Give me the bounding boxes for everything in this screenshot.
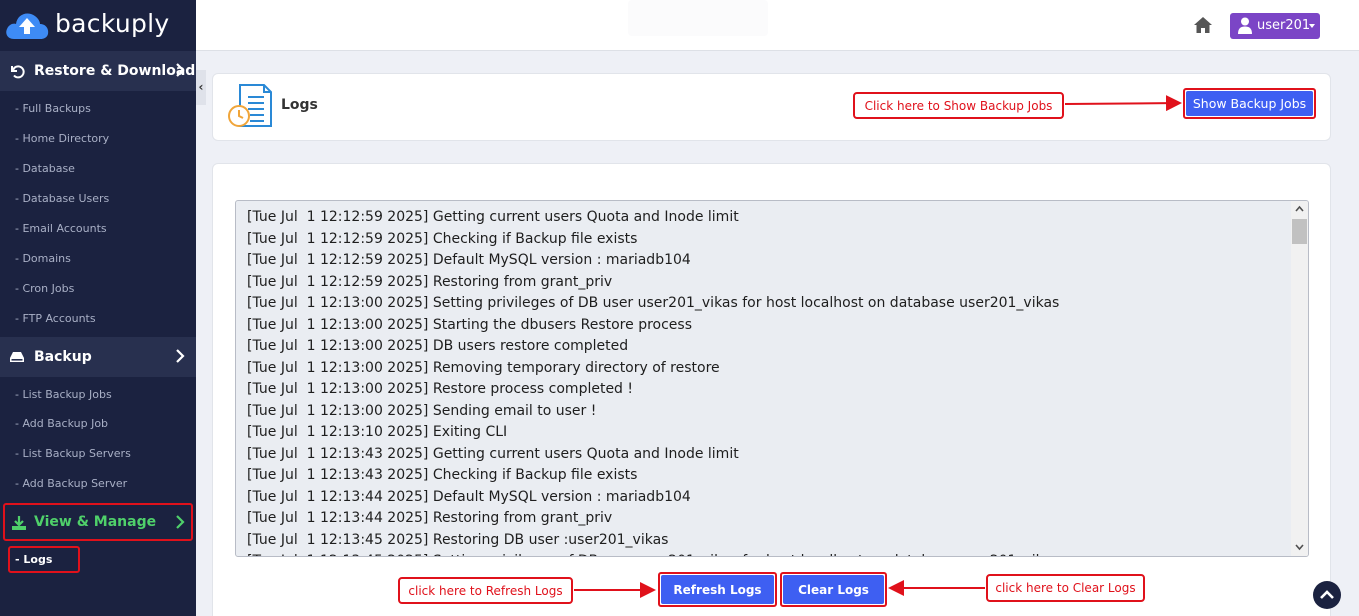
user-icon [1238, 17, 1252, 34]
logs-document-icon [228, 84, 272, 127]
refresh-logs-callout: click here to Refresh Logs [398, 577, 573, 604]
sidebar-item-home-directory[interactable]: - Home Directory [15, 132, 109, 145]
sidebar-section-backup[interactable]: Backup [0, 337, 196, 377]
brand-name: backuply [55, 9, 170, 38]
scroll-thumb[interactable] [1292, 219, 1307, 244]
home-icon[interactable] [1193, 16, 1213, 34]
log-line: [Tue Jul 1 12:13:00 2025] Sending email … [247, 402, 597, 419]
brand-logo[interactable]: backuply [0, 0, 196, 51]
sidebar-item-ftp-accounts[interactable]: - FTP Accounts [15, 312, 96, 325]
chevron-right-icon [176, 515, 185, 529]
download-icon [12, 516, 26, 530]
scroll-to-top-button[interactable] [1313, 581, 1341, 609]
sidebar-collapse-strip [196, 51, 206, 616]
cloud-upload-icon [6, 13, 49, 39]
sidebar-item-email-accounts[interactable]: - Email Accounts [15, 222, 107, 235]
log-line: [Tue Jul 1 12:13:00 2025] Removing tempo… [247, 359, 720, 376]
chevron-right-icon [176, 349, 185, 363]
sidebar-section-view-manage[interactable]: View & Manage [3, 503, 193, 541]
scroll-up-icon[interactable] [1295, 205, 1304, 212]
log-line: [Tue Jul 1 12:12:59 2025] Getting curren… [247, 209, 739, 225]
sidebar-item-cron-jobs[interactable]: - Cron Jobs [15, 282, 74, 295]
sidebar-section-label: Restore & Download [34, 63, 196, 79]
log-line: [Tue Jul 1 12:13:10 2025] Exiting CLI [247, 424, 508, 440]
clear-logs-callout: click here to Clear Logs [986, 574, 1145, 602]
log-line: [Tue Jul 1 12:13:44 2025] Default MySQL … [247, 488, 691, 505]
topbar-placeholder [628, 0, 768, 36]
refresh-logs-button[interactable]: Refresh Logs [661, 575, 774, 604]
sidebar-item-database-users[interactable]: - Database Users [15, 192, 109, 205]
show-jobs-callout: Click here to Show Backup Jobs [853, 92, 1064, 119]
log-line: [Tue Jul 1 12:13:00 2025] Setting privil… [247, 295, 1060, 311]
logs-header-card [212, 73, 1331, 141]
log-line: [Tue Jul 1 12:12:59 2025] Default MySQL … [247, 252, 691, 268]
sidebar-item-list-backup-jobs[interactable]: - List Backup Jobs [15, 388, 112, 401]
user-menu-button[interactable]: user201 [1230, 13, 1320, 39]
sidebar-item-add-backup-job[interactable]: - Add Backup Job [15, 417, 108, 430]
sidebar-collapse-button[interactable]: ‹ [196, 70, 206, 105]
sidebar-item-list-backup-servers[interactable]: - List Backup Servers [15, 447, 131, 460]
scroll-down-icon[interactable] [1295, 544, 1304, 551]
sidebar-item-logs[interactable]: - Logs [15, 553, 52, 566]
show-backup-jobs-button[interactable]: Show Backup Jobs [1186, 91, 1313, 116]
sidebar-section-restore[interactable]: Restore & Download [0, 51, 196, 91]
clear-logs-button[interactable]: Clear Logs [783, 575, 884, 604]
drive-icon [10, 352, 24, 362]
chevron-up-icon [1320, 590, 1334, 599]
log-line: [Tue Jul 1 12:12:59 2025] Checking if Ba… [247, 230, 638, 247]
log-line: [Tue Jul 1 12:13:00 2025] Restore proces… [247, 381, 634, 397]
sidebar: backuply Restore & Download - Full Backu… [0, 0, 196, 616]
caret-down-icon [1309, 24, 1315, 28]
sidebar-section-label: Backup [34, 349, 92, 365]
page-title: Logs [281, 97, 318, 113]
log-line: [Tue Jul 1 12:13:45 2025] Restoring DB u… [247, 531, 669, 548]
sidebar-item-database[interactable]: - Database [15, 162, 75, 175]
restore-icon [11, 65, 25, 79]
log-line: [Tue Jul 1 12:12:59 2025] Restoring from… [247, 273, 613, 290]
logs-scrollbar[interactable] [1291, 201, 1308, 556]
log-line: [Tue Jul 1 12:13:00 2025] DB users resto… [247, 338, 629, 354]
sidebar-item-full-backups[interactable]: - Full Backups [15, 102, 91, 115]
chevron-right-icon [176, 63, 185, 77]
sidebar-item-add-backup-server[interactable]: - Add Backup Server [15, 477, 127, 490]
logs-textarea[interactable]: [Tue Jul 1 12:12:59 2025] Getting curren… [235, 200, 1309, 557]
log-line: [Tue Jul 1 12:13:45 2025] Setting privil… [247, 553, 1059, 556]
backuply-app: backuply Restore & Download - Full Backu… [0, 0, 1359, 616]
log-line: [Tue Jul 1 12:13:43 2025] Getting curren… [247, 445, 739, 462]
user-name: user201 [1257, 18, 1311, 33]
log-line: [Tue Jul 1 12:13:44 2025] Restoring from… [247, 510, 613, 526]
topbar [196, 0, 1359, 51]
sidebar-section-label: View & Manage [34, 514, 157, 530]
sidebar-item-domains[interactable]: - Domains [15, 252, 71, 265]
log-line: [Tue Jul 1 12:13:00 2025] Starting the d… [247, 316, 692, 333]
log-line: [Tue Jul 1 12:13:43 2025] Checking if Ba… [247, 467, 638, 483]
